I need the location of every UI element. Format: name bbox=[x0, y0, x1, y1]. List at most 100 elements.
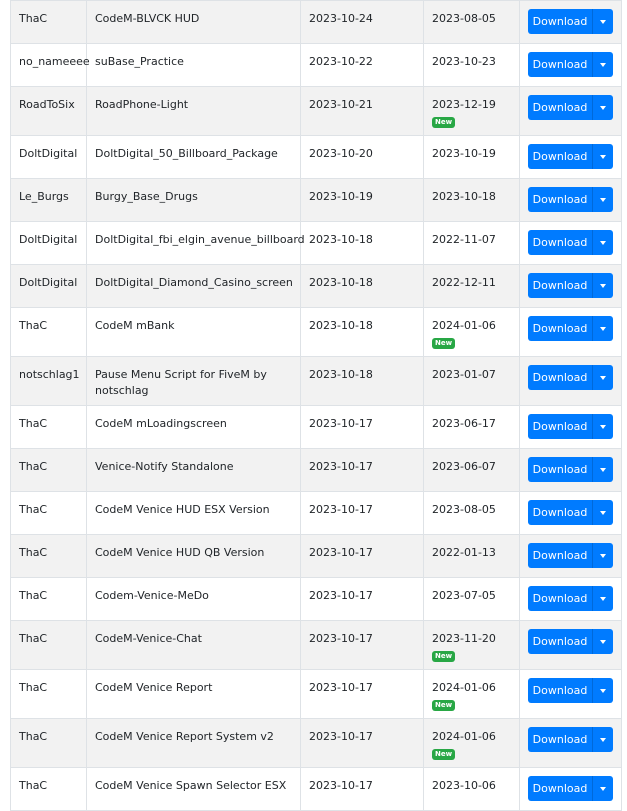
download-button-group: Download bbox=[528, 776, 613, 801]
download-dropdown-toggle[interactable] bbox=[592, 365, 613, 390]
caret-down-icon bbox=[600, 197, 606, 202]
new-badge: New bbox=[432, 117, 456, 128]
download-dropdown-toggle[interactable] bbox=[592, 144, 613, 169]
download-button-group: Download bbox=[528, 586, 613, 611]
updated-date: 2024-01-06 bbox=[432, 681, 496, 694]
added-date-cell: 2023-10-17 bbox=[300, 534, 424, 578]
updated-date: 2023-11-20 bbox=[432, 632, 496, 645]
download-dropdown-toggle[interactable] bbox=[592, 9, 613, 34]
download-dropdown-toggle[interactable] bbox=[592, 414, 613, 439]
resource-name-cell: CodeM-Venice-Chat bbox=[86, 620, 301, 670]
added-date-cell: 2023-10-17 bbox=[300, 448, 424, 492]
updated-date: 2023-10-18 bbox=[432, 190, 496, 203]
download-dropdown-toggle[interactable] bbox=[592, 586, 613, 611]
caret-down-icon bbox=[600, 105, 606, 110]
download-dropdown-toggle[interactable] bbox=[592, 678, 613, 703]
updated-date: 2023-10-19 bbox=[432, 147, 496, 160]
download-button[interactable]: Download bbox=[528, 678, 592, 703]
download-dropdown-toggle[interactable] bbox=[592, 727, 613, 752]
updated-date: 2023-08-05 bbox=[432, 503, 496, 516]
updated-date-cell: 2022-11-07 bbox=[423, 221, 520, 265]
download-button[interactable]: Download bbox=[528, 414, 592, 439]
updated-date: 2023-12-19 bbox=[432, 98, 496, 111]
download-dropdown-toggle[interactable] bbox=[592, 230, 613, 255]
resource-name-cell: DoltDigital_50_Billboard_Package bbox=[86, 135, 301, 179]
download-dropdown-toggle[interactable] bbox=[592, 95, 613, 120]
resource-name-cell: DoltDigital_Diamond_Casino_screen bbox=[86, 264, 301, 308]
download-button[interactable]: Download bbox=[528, 9, 592, 34]
download-button[interactable]: Download bbox=[528, 457, 592, 482]
actions-cell: Download bbox=[519, 620, 622, 670]
download-button[interactable]: Download bbox=[528, 776, 592, 801]
download-button[interactable]: Download bbox=[528, 52, 592, 77]
caret-down-icon bbox=[600, 424, 606, 429]
download-button-group: Download bbox=[528, 187, 613, 212]
download-button-group: Download bbox=[528, 727, 613, 752]
download-button[interactable]: Download bbox=[528, 144, 592, 169]
author-cell: ThaC bbox=[10, 405, 87, 449]
download-button[interactable]: Download bbox=[528, 543, 592, 568]
resource-name-cell: RoadPhone-Light bbox=[86, 86, 301, 136]
download-button-group: Download bbox=[528, 457, 613, 482]
download-dropdown-toggle[interactable] bbox=[592, 629, 613, 654]
download-button[interactable]: Download bbox=[528, 586, 592, 611]
updated-date-cell: 2023-06-07 bbox=[423, 448, 520, 492]
updated-date-cell: 2024-01-06 New bbox=[423, 669, 520, 719]
author-cell: DoltDigital bbox=[10, 221, 87, 265]
table-row: ThaC CodeM-BLVCK HUD 2023-10-24 2023-08-05 D… bbox=[10, 0, 622, 44]
table-row: ThaC CodeM-Venice-Chat 2023-10-17 2023-11-2… bbox=[10, 620, 622, 670]
actions-cell: Download bbox=[519, 577, 622, 621]
download-dropdown-toggle[interactable] bbox=[592, 457, 613, 482]
download-button[interactable]: Download bbox=[528, 500, 592, 525]
resource-name-cell: Burgy_Base_Drugs bbox=[86, 178, 301, 222]
updated-date-cell: 2023-08-05 bbox=[423, 0, 520, 44]
updated-date: 2023-10-23 bbox=[432, 55, 496, 68]
added-date-cell: 2023-10-17 bbox=[300, 767, 424, 811]
updated-date-cell: 2023-10-19 bbox=[423, 135, 520, 179]
author-cell: ThaC bbox=[10, 0, 87, 44]
author-cell: ThaC bbox=[10, 534, 87, 578]
updated-date: 2023-06-17 bbox=[432, 417, 496, 430]
download-dropdown-toggle[interactable] bbox=[592, 187, 613, 212]
updated-date: 2023-01-07 bbox=[432, 368, 496, 381]
author-cell: no_nameeee bbox=[10, 43, 90, 87]
updated-date: 2022-11-07 bbox=[432, 233, 496, 246]
caret-down-icon bbox=[600, 240, 606, 245]
actions-cell: Download bbox=[519, 448, 622, 492]
caret-down-icon bbox=[600, 510, 606, 515]
download-button[interactable]: Download bbox=[528, 316, 592, 341]
download-dropdown-toggle[interactable] bbox=[592, 543, 613, 568]
new-badge: New bbox=[432, 651, 456, 662]
author-cell: DoltDigital bbox=[10, 135, 87, 179]
actions-cell: Download bbox=[519, 307, 622, 357]
download-button[interactable]: Download bbox=[528, 629, 592, 654]
download-dropdown-toggle[interactable] bbox=[592, 316, 613, 341]
table-row: ThaC CodeM mLoadingscreen 2023-10-17 2023-0… bbox=[10, 405, 622, 449]
download-button[interactable]: Download bbox=[528, 365, 592, 390]
resource-name-cell: CodeM Venice Report System v2 bbox=[86, 718, 301, 768]
added-date-cell: 2023-10-17 bbox=[300, 491, 424, 535]
download-dropdown-toggle[interactable] bbox=[592, 273, 613, 298]
download-button-group: Download bbox=[528, 95, 613, 120]
new-badge: New bbox=[432, 338, 456, 349]
download-button[interactable]: Download bbox=[528, 727, 592, 752]
download-dropdown-toggle[interactable] bbox=[592, 500, 613, 525]
updated-date-cell: 2023-06-17 bbox=[423, 405, 520, 449]
download-dropdown-toggle[interactable] bbox=[592, 776, 613, 801]
download-button[interactable]: Download bbox=[528, 187, 592, 212]
download-button[interactable]: Download bbox=[528, 273, 592, 298]
download-button-group: Download bbox=[528, 414, 613, 439]
added-date-cell: 2023-10-18 bbox=[300, 307, 424, 357]
table-row: DoltDigital DoltDigital_50_Billboard_Pack… bbox=[10, 135, 622, 179]
actions-cell: Download bbox=[519, 178, 622, 222]
updated-date: 2024-01-06 bbox=[432, 730, 496, 743]
download-dropdown-toggle[interactable] bbox=[592, 52, 613, 77]
download-button[interactable]: Download bbox=[528, 230, 592, 255]
download-button-group: Download bbox=[528, 678, 613, 703]
caret-down-icon bbox=[600, 375, 606, 380]
author-cell: Le_Burgs bbox=[10, 178, 87, 222]
actions-cell: Download bbox=[519, 221, 622, 265]
added-date-cell: 2023-10-18 bbox=[300, 221, 424, 265]
download-button[interactable]: Download bbox=[528, 95, 592, 120]
resource-table: ThaC CodeM-BLVCK HUD 2023-10-24 2023-08-05 D… bbox=[10, 0, 622, 811]
